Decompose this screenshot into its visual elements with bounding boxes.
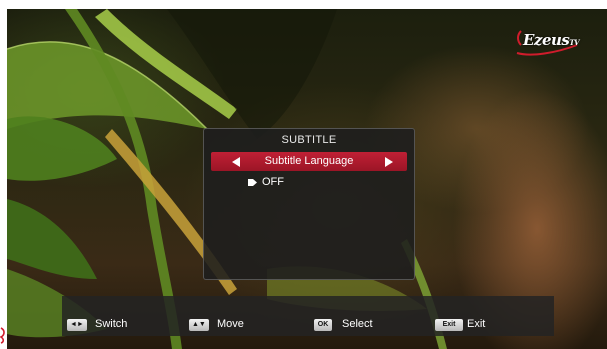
subtitle-dialog: SUBTITLE Subtitle Language OFF bbox=[203, 128, 415, 280]
subtitle-language-selector[interactable]: Subtitle Language bbox=[211, 152, 407, 171]
arrow-right-icon[interactable] bbox=[385, 157, 393, 167]
video-background: EzeusTV SUBTITLE Subtitle Language OFF ◄… bbox=[7, 9, 607, 349]
subtitle-language-label: Subtitle Language bbox=[264, 155, 354, 167]
dialog-title: SUBTITLE bbox=[281, 134, 337, 146]
ok-key-icon: OK bbox=[314, 319, 332, 331]
exit-key-icon: Exit bbox=[435, 319, 463, 331]
hint-label: Move bbox=[217, 318, 244, 330]
hint-label: Exit bbox=[467, 318, 486, 330]
hint-label: Select bbox=[342, 318, 373, 330]
option-label: OFF bbox=[262, 176, 284, 188]
pointer-arrow-icon bbox=[248, 179, 257, 186]
up-down-key-icon: ▲▼ bbox=[189, 319, 209, 331]
left-right-key-icon: ◄► bbox=[67, 319, 87, 331]
help-bar: ◄► Switch ▲▼ Move OK Select Exit Exit bbox=[62, 296, 554, 336]
corner-marker-icon bbox=[0, 327, 5, 344]
hint-label: Switch bbox=[95, 318, 128, 330]
brand-logo: EzeusTV bbox=[511, 23, 581, 63]
logo-text: EzeusTV bbox=[523, 31, 579, 49]
